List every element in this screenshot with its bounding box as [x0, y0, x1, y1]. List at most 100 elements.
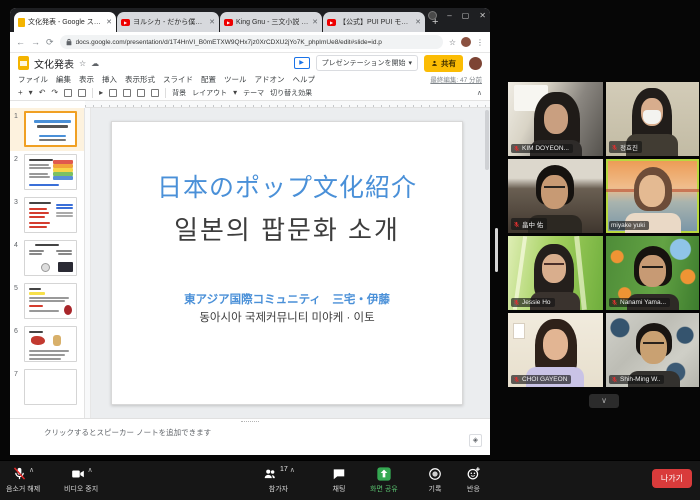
explore-button[interactable]: ◈ [469, 434, 482, 447]
minimize-button[interactable]: – [447, 11, 451, 20]
tab-close-icon[interactable]: ✕ [106, 18, 112, 26]
tab-close-icon[interactable]: ✕ [415, 18, 421, 26]
menu-arrange[interactable]: 配置 [201, 74, 216, 85]
browser-profile-icon[interactable] [428, 11, 437, 20]
account-avatar[interactable] [461, 37, 471, 47]
forward-icon[interactable]: → [31, 37, 40, 47]
slide-subtitle-japanese[interactable]: 東アジア国際コミュニティ 三宅・伊藤 [112, 291, 462, 307]
slide-title-japanese[interactable]: 日本のポップ文化紹介 [112, 168, 462, 204]
tab-label: 【公式】PUI PUI モルカー 第1話 [339, 17, 412, 27]
menu-format[interactable]: 表示形式 [125, 74, 155, 85]
share-screen-label: 화면 공유 [370, 484, 398, 494]
menu-edit[interactable]: 編集 [56, 74, 71, 85]
insert-image-icon[interactable] [123, 89, 131, 97]
unmute-button[interactable]: ∧ 음소거 해제 [6, 465, 40, 494]
background-button[interactable]: 背景 [172, 88, 186, 98]
star-doc-icon[interactable]: ☆ [79, 59, 86, 68]
participant-tile-hatakenaka[interactable]: 畠中 佑 [508, 159, 603, 233]
layout-dropdown-icon[interactable]: ▾ [233, 88, 237, 97]
participant-nametag: 정효진 [609, 141, 642, 153]
text-box-icon[interactable] [109, 89, 117, 97]
start-presentation-button[interactable]: プレゼンテーションを開始 ▾ [316, 55, 418, 71]
bookmark-star-icon[interactable]: ☆ [449, 38, 456, 47]
thumb-canvas [24, 326, 77, 362]
muted-mic-icon [513, 299, 520, 306]
slide-thumbnail-7[interactable]: 7 [10, 366, 84, 409]
video-options-chevron[interactable]: ∧ [88, 466, 93, 474]
menu-slide[interactable]: スライド [163, 74, 193, 85]
stop-video-button[interactable]: ∧ 비디오 중지 [64, 465, 98, 494]
menu-view[interactable]: 表示 [79, 74, 94, 85]
reactions-button[interactable]: 반응 [466, 465, 481, 494]
menu-addons[interactable]: アドオン [255, 74, 285, 85]
leave-meeting-button[interactable]: 나가기 [652, 469, 692, 488]
close-button[interactable]: ✕ [479, 11, 486, 20]
tab-youtube-2[interactable]: ▶ King Gnu - 三文小説 - YouTube ✕ [220, 12, 322, 32]
slide-thumbnail-2[interactable]: 2 [10, 151, 84, 194]
more-participants-button[interactable]: ∨ [589, 394, 619, 408]
theme-button[interactable]: テーマ [243, 88, 264, 98]
new-slide-dropdown-icon[interactable]: ▾ [29, 88, 33, 97]
thumb-canvas [24, 240, 77, 276]
maximize-button[interactable]: ▢ [462, 11, 470, 20]
transition-button[interactable]: 切り替え効果 [270, 88, 312, 98]
slide-thumbnail-3[interactable]: 3 [10, 194, 84, 237]
url-field[interactable]: docs.google.com/presentation/d/1T4HnVI_B… [60, 35, 443, 49]
thumb-canvas [24, 283, 77, 319]
menu-tools[interactable]: ツール [224, 74, 247, 85]
select-tool-icon[interactable]: ▸ [99, 88, 103, 97]
slide-thumbnail-1[interactable]: 1 [10, 108, 84, 151]
participant-tile-choi-gayeon[interactable]: CHOI GAYEON [508, 313, 603, 387]
record-button[interactable]: 기록 [428, 465, 442, 494]
slide-thumbnail-6[interactable]: 6 [10, 323, 84, 366]
participants-button[interactable]: 17 ∧ 참가자 [262, 465, 295, 494]
tab-close-icon[interactable]: ✕ [312, 18, 318, 26]
paint-format-icon[interactable] [78, 89, 86, 97]
participant-tile-kim-doyeon[interactable]: KIM DOYEON... [508, 82, 603, 156]
participant-tile-jessie-ho[interactable]: Jessie Ho [508, 236, 603, 310]
print-icon[interactable] [64, 89, 72, 97]
layout-button[interactable]: レイアウト [192, 88, 227, 98]
canvas-scrollbar[interactable] [485, 110, 489, 170]
notes-placeholder[interactable]: クリックするとスピーカー ノートを追加できます [44, 427, 211, 438]
reload-icon[interactable]: ⟳ [46, 37, 54, 48]
tab-google-slides[interactable]: 文化発表 - Google スライド ✕ [14, 12, 116, 32]
mute-options-chevron[interactable]: ∧ [29, 466, 34, 474]
participant-tile-jung-hyojin[interactable]: 정효진 [606, 82, 699, 156]
insert-shape-icon[interactable] [137, 89, 145, 97]
new-slide-icon[interactable]: + [18, 88, 23, 97]
user-avatar[interactable] [469, 57, 482, 70]
panel-scrollbar[interactable] [495, 228, 498, 272]
notes-drag-handle[interactable] [241, 421, 259, 423]
chat-button[interactable]: 채팅 [332, 465, 346, 494]
undo-icon[interactable]: ↶ [39, 88, 46, 97]
speaker-notes-area[interactable]: クリックするとスピーカー ノートを追加できます ◈ [10, 418, 490, 455]
insert-line-icon[interactable] [151, 89, 159, 97]
share-button[interactable]: 共有 [424, 55, 463, 72]
current-slide[interactable]: 日本のポップ文化紹介 일본의 팝문화 소개 東アジア国際コミュニティ 三宅・伊藤… [111, 121, 463, 405]
google-slides-logo[interactable] [18, 56, 29, 70]
slide-thumbnail-4[interactable]: 4 [10, 237, 84, 280]
document-title[interactable]: 文化発表 [34, 56, 74, 71]
menu-help[interactable]: ヘルプ [293, 74, 316, 85]
back-icon[interactable]: ← [16, 37, 25, 47]
slide-thumbnail-5[interactable]: 5 [10, 280, 84, 323]
menu-insert[interactable]: 挿入 [102, 74, 117, 85]
slide-title-korean[interactable]: 일본의 팝문화 소개 [112, 210, 462, 247]
tab-youtube-3[interactable]: ▶ 【公式】PUI PUI モルカー 第1話 ✕ [323, 12, 425, 32]
tab-close-icon[interactable]: ✕ [209, 18, 215, 26]
last-edit-link[interactable]: 最終編集: 47 分前 [430, 74, 482, 84]
slide-subtitle-korean[interactable]: 동아시아 국제커뮤니티 미야케 · 이토 [112, 309, 462, 325]
redo-icon[interactable]: ↷ [51, 88, 58, 97]
participant-tile-shih-ming[interactable]: Shih-Ming W.. [606, 313, 699, 387]
participants-options-chevron[interactable]: ∧ [290, 466, 295, 474]
slideshow-icon[interactable]: ▶ [294, 57, 310, 69]
collapse-toolbar-icon[interactable]: ∧ [477, 89, 482, 97]
share-screen-button[interactable]: 화면 공유 [370, 465, 398, 494]
tab-youtube-1[interactable]: ▶ ヨルシカ - だから僕は音楽を辞めた ✕ [117, 12, 219, 32]
participant-nametag: miyake yuki [609, 221, 649, 230]
participant-tile-miyake-yuki[interactable]: miyake yuki [606, 159, 699, 233]
participant-tile-nanami[interactable]: Nanami Yama... [606, 236, 699, 310]
menu-file[interactable]: ファイル [18, 74, 48, 85]
browser-menu-icon[interactable]: ⋮ [476, 38, 484, 47]
